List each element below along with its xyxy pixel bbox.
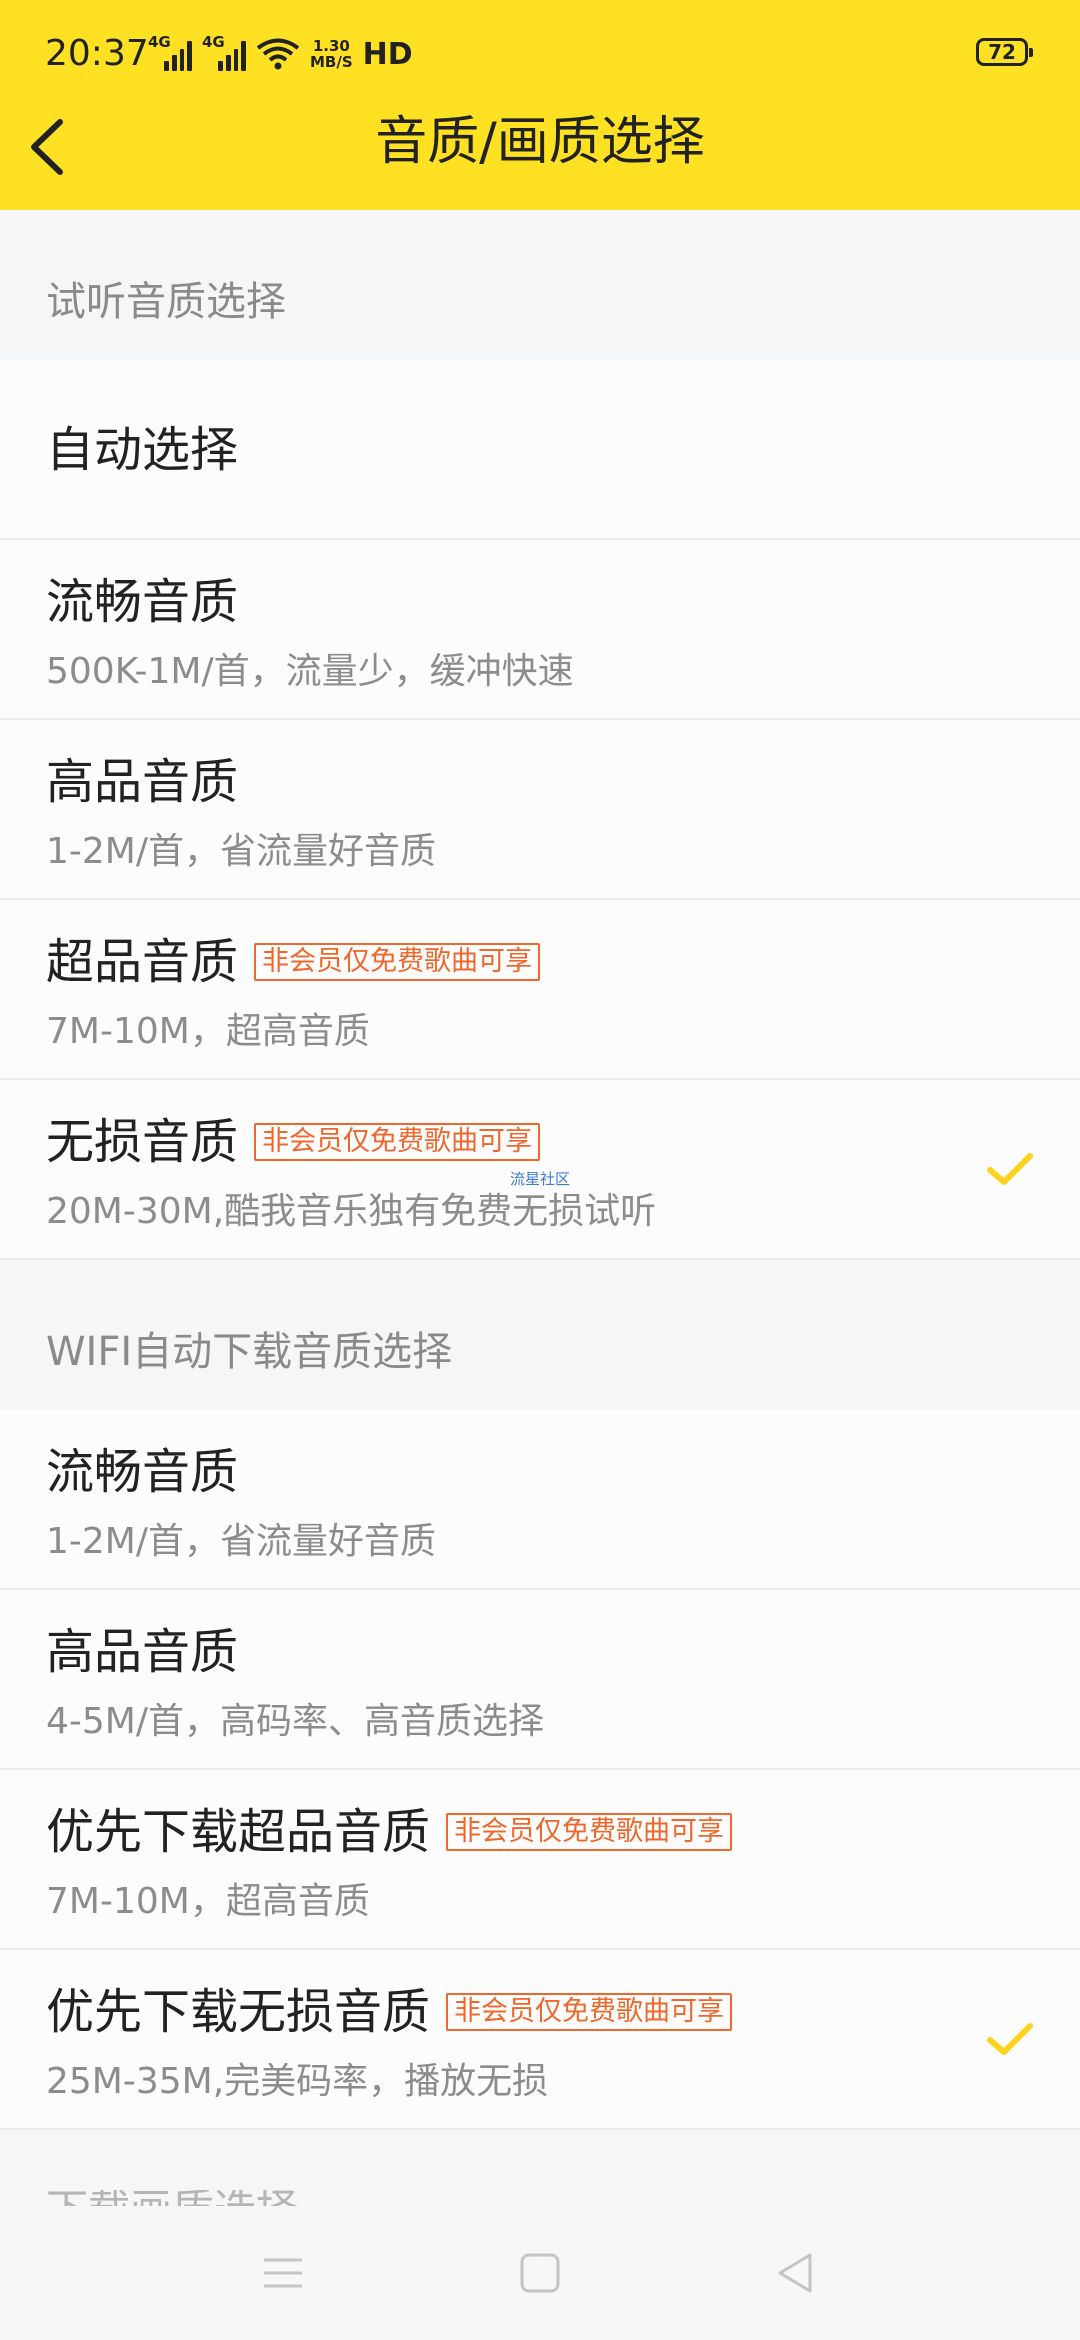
option-title: 流畅音质 [46, 1444, 239, 1500]
option-title: 流畅音质 [46, 574, 239, 630]
option-title-wrap: 优先下载无损音质 非会员仅免费歌曲可享 [46, 1976, 733, 2048]
option-title: 优先下载无损音质 [46, 1984, 431, 2040]
section-header-wifi: WIFI自动下载音质选择 [0, 1260, 1080, 1410]
option-super-quality[interactable]: 超品音质 非会员仅免费歌曲可享 7M-10M，超高音质 [0, 900, 1080, 1080]
option-subtitle: 7M-10M，超高音质 [46, 1881, 370, 1922]
check-icon [987, 2023, 1033, 2055]
option-subtitle: 4-5M/首，高码率、高音质选择 [46, 1701, 544, 1742]
option-smooth-quality[interactable]: 流畅音质 500K-1M/首，流量少，缓冲快速 [0, 540, 1080, 720]
section-header-video-peek: 下载画质选择 [46, 2190, 298, 2206]
option-title: 自动选择 [46, 422, 239, 478]
option-title-wrap: 优先下载超品音质 非会员仅免费歌曲可享 [46, 1796, 733, 1868]
status-icons: 4G 4G 1.30 MB/S HD [148, 30, 413, 78]
option-title: 无损音质 [46, 1114, 239, 1170]
option-wifi-super-quality[interactable]: 优先下载超品音质 非会员仅免费歌曲可享 7M-10M，超高音质 [0, 1770, 1080, 1950]
app-header: 20:37 4G 4G 1.30 MB/S HD 72 音质/画质选择 [0, 0, 1080, 210]
option-subtitle: 25M-35M,完美码率，播放无损 [46, 2061, 549, 2102]
section-header-listen: 试听音质选择 [0, 210, 1080, 360]
back-triangle-icon[interactable] [770, 2248, 820, 2298]
option-title: 优先下载超品音质 [46, 1804, 431, 1860]
vip-tag: 非会员仅免费歌曲可享 [254, 943, 541, 981]
check-icon [987, 1153, 1033, 1185]
option-title: 超品音质 [46, 934, 239, 990]
option-title-wrap: 超品音质 非会员仅免费歌曲可享 [46, 926, 541, 998]
option-wifi-lossless-quality[interactable]: 优先下载无损音质 非会员仅免费歌曲可享 25M-35M,完美码率，播放无损 [0, 1950, 1080, 2130]
wifi-icon [256, 38, 300, 70]
option-subtitle: 7M-10M，超高音质 [46, 1011, 370, 1052]
signal-icon-2: 4G [202, 33, 246, 71]
menu-icon[interactable] [258, 2248, 308, 2298]
status-time: 20:37 [45, 33, 149, 74]
signal-icon: 4G [148, 33, 192, 71]
option-auto-select[interactable]: 自动选择 [0, 360, 1080, 540]
option-subtitle: 500K-1M/首，流量少，缓冲快速 [46, 651, 574, 692]
battery-icon: 72 [976, 38, 1033, 66]
option-wifi-high-quality[interactable]: 高品音质 4-5M/首，高码率、高音质选择 [0, 1590, 1080, 1770]
vip-tag: 非会员仅免费歌曲可享 [446, 1813, 733, 1851]
page-title: 音质/画质选择 [375, 112, 705, 172]
option-subtitle: 20M-30M,酷我音乐独有免费无损试听 [46, 1191, 657, 1232]
watermark-text: 流星社区 [510, 1170, 571, 1188]
option-title: 高品音质 [46, 1624, 239, 1680]
option-high-quality[interactable]: 高品音质 1-2M/首，省流量好音质 [0, 720, 1080, 900]
option-lossless-quality[interactable]: 无损音质 非会员仅免费歌曲可享 流星社区 20M-30M,酷我音乐独有免费无损试… [0, 1080, 1080, 1260]
option-title-wrap: 无损音质 非会员仅免费歌曲可享 [46, 1106, 541, 1178]
option-title: 高品音质 [46, 754, 239, 810]
home-square-icon[interactable] [515, 2248, 565, 2298]
option-subtitle: 1-2M/首，省流量好音质 [46, 1521, 436, 1562]
vip-tag: 非会员仅免费歌曲可享 [446, 1993, 733, 2031]
hd-indicator: HD [362, 36, 413, 72]
system-nav-bar [0, 2206, 1080, 2340]
option-wifi-smooth-quality[interactable]: 流畅音质 1-2M/首，省流量好音质 [0, 1410, 1080, 1590]
network-speed: 1.30 MB/S [310, 37, 353, 71]
vip-tag: 非会员仅免费歌曲可享 [254, 1123, 541, 1161]
option-subtitle: 1-2M/首，省流量好音质 [46, 831, 436, 872]
status-bar: 20:37 4G 4G 1.30 MB/S HD 72 [0, 0, 1080, 105]
